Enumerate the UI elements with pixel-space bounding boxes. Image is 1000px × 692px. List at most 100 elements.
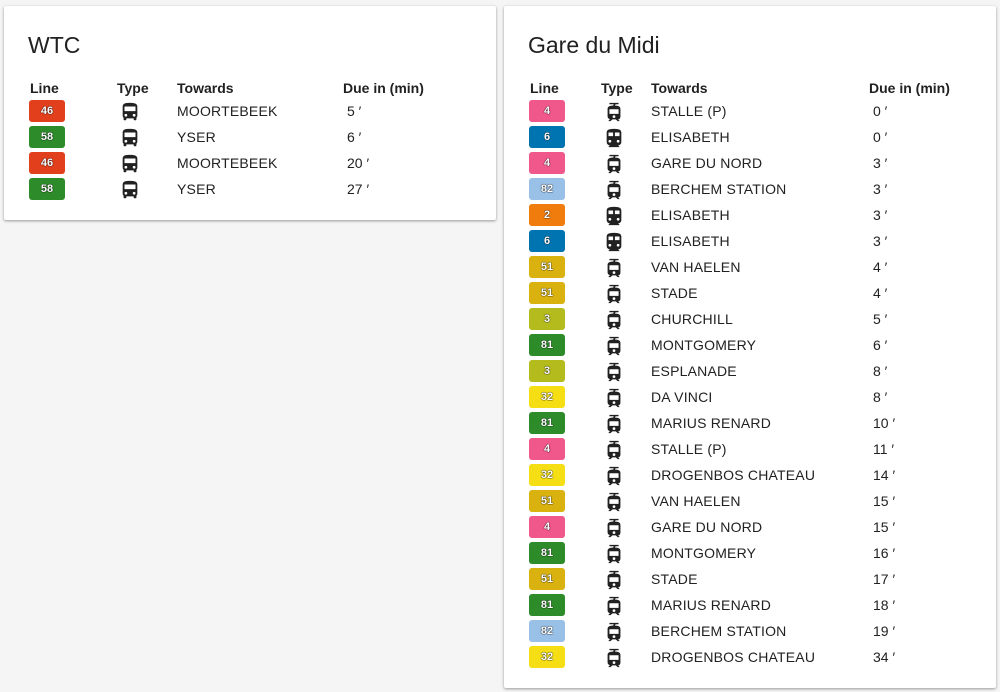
due-minutes: 3 ′ xyxy=(873,155,888,171)
line-badge: 6 xyxy=(529,230,565,252)
destination: MONTGOMERY xyxy=(651,337,757,353)
tram-icon xyxy=(603,543,625,565)
departure-row: 3 CHURCHILL 5 ′ xyxy=(504,306,996,332)
line-badge: 3 xyxy=(529,308,565,330)
line-badge: 51 xyxy=(529,568,565,590)
metro-icon xyxy=(603,231,625,253)
tram-icon xyxy=(603,491,625,513)
destination: ELISABETH xyxy=(651,233,730,249)
tram-icon xyxy=(603,179,625,201)
tram-icon xyxy=(603,517,625,539)
departure-row: 2 ELISABETH 3 ′ xyxy=(504,202,996,228)
line-badge: 2 xyxy=(529,204,565,226)
destination: DROGENBOS CHATEAU xyxy=(651,649,816,665)
due-minutes: 34 ′ xyxy=(873,649,896,665)
due-minutes: 4 ′ xyxy=(873,259,888,275)
line-badge: 32 xyxy=(529,464,565,486)
due-minutes: 18 ′ xyxy=(873,597,896,613)
destination: MONTGOMERY xyxy=(651,545,757,561)
stop-card-wtc: WTC Line Type Towards Due in (min) 46 MOO… xyxy=(4,6,496,220)
tram-icon xyxy=(603,101,625,123)
destination: CHURCHILL xyxy=(651,311,733,327)
line-badge: 82 xyxy=(529,178,565,200)
column-header-type: Type xyxy=(117,80,149,96)
tram-icon xyxy=(603,335,625,357)
line-badge: 4 xyxy=(529,438,565,460)
destination: ESPLANADE xyxy=(651,363,737,379)
line-badge: 4 xyxy=(529,100,565,122)
destination: YSER xyxy=(177,129,216,145)
tram-icon xyxy=(603,283,625,305)
departure-row: 6 ELISABETH 0 ′ xyxy=(504,124,996,150)
destination: STADE xyxy=(651,285,698,301)
line-badge: 46 xyxy=(29,100,65,122)
departure-row: 51 VAN HAELEN 15 ′ xyxy=(504,488,996,514)
due-minutes: 20 ′ xyxy=(347,155,370,171)
line-badge: 81 xyxy=(529,412,565,434)
departure-row: 4 GARE DU NORD 15 ′ xyxy=(504,514,996,540)
tram-icon xyxy=(603,569,625,591)
due-minutes: 16 ′ xyxy=(873,545,896,561)
departure-row: 51 VAN HAELEN 4 ′ xyxy=(504,254,996,280)
line-badge: 32 xyxy=(529,386,565,408)
due-minutes: 5 ′ xyxy=(873,311,888,327)
destination: YSER xyxy=(177,181,216,197)
due-minutes: 0 ′ xyxy=(873,129,888,145)
line-badge: 4 xyxy=(529,516,565,538)
line-badge: 4 xyxy=(529,152,565,174)
departure-row: 32 DROGENBOS CHATEAU 34 ′ xyxy=(504,644,996,670)
stop-title: Gare du Midi xyxy=(528,32,660,58)
departure-row: 81 MARIUS RENARD 18 ′ xyxy=(504,592,996,618)
bus-icon xyxy=(119,179,141,201)
due-minutes: 4 ′ xyxy=(873,285,888,301)
destination: STADE xyxy=(651,571,698,587)
departure-row: 82 BERCHEM STATION 19 ′ xyxy=(504,618,996,644)
tram-icon xyxy=(603,465,625,487)
due-minutes: 8 ′ xyxy=(873,389,888,405)
due-minutes: 10 ′ xyxy=(873,415,896,431)
line-badge: 51 xyxy=(529,490,565,512)
departure-row: 51 STADE 17 ′ xyxy=(504,566,996,592)
destination: DROGENBOS CHATEAU xyxy=(651,467,816,483)
departure-row: 81 MONTGOMERY 16 ′ xyxy=(504,540,996,566)
destination: VAN HAELEN xyxy=(651,259,741,275)
destination: DA VINCI xyxy=(651,389,713,405)
column-header-type: Type xyxy=(601,80,633,96)
departure-row: 4 STALLE (P) 0 ′ xyxy=(504,98,996,124)
bus-icon xyxy=(119,127,141,149)
destination: VAN HAELEN xyxy=(651,493,741,509)
stop-card-gare-du-midi: Gare du Midi Line Type Towards Due in (m… xyxy=(504,6,996,688)
line-badge: 81 xyxy=(529,542,565,564)
bus-icon xyxy=(119,101,141,123)
departure-row: 58 YSER 6 ′ xyxy=(4,124,496,150)
line-badge: 46 xyxy=(29,152,65,174)
line-badge: 32 xyxy=(529,646,565,668)
metro-icon xyxy=(603,205,625,227)
destination: GARE DU NORD xyxy=(651,519,763,535)
column-header-line: Line xyxy=(530,80,559,96)
destination: MARIUS RENARD xyxy=(651,597,772,613)
due-minutes: 15 ′ xyxy=(873,519,896,535)
due-minutes: 3 ′ xyxy=(873,233,888,249)
due-minutes: 17 ′ xyxy=(873,571,896,587)
departure-row: 4 STALLE (P) 11 ′ xyxy=(504,436,996,462)
destination: GARE DU NORD xyxy=(651,155,763,171)
column-header-due: Due in (min) xyxy=(869,80,950,96)
line-badge: 51 xyxy=(529,282,565,304)
metro-icon xyxy=(603,127,625,149)
departure-row: 6 ELISABETH 3 ′ xyxy=(504,228,996,254)
column-header-due: Due in (min) xyxy=(343,80,424,96)
line-badge: 58 xyxy=(29,178,65,200)
departure-row: 4 GARE DU NORD 3 ′ xyxy=(504,150,996,176)
column-header-towards: Towards xyxy=(177,80,234,96)
line-badge: 58 xyxy=(29,126,65,148)
line-badge: 82 xyxy=(529,620,565,642)
destination: ELISABETH xyxy=(651,129,730,145)
departure-row: 32 DA VINCI 8 ′ xyxy=(504,384,996,410)
tram-icon xyxy=(603,257,625,279)
tram-icon xyxy=(603,309,625,331)
due-minutes: 5 ′ xyxy=(347,103,362,119)
column-header-towards: Towards xyxy=(651,80,708,96)
bus-icon xyxy=(119,153,141,175)
due-minutes: 14 ′ xyxy=(873,467,896,483)
